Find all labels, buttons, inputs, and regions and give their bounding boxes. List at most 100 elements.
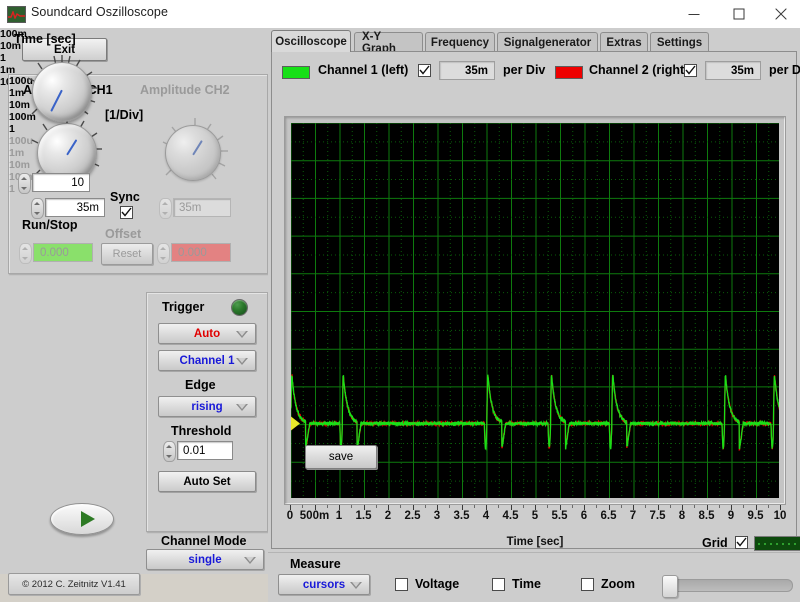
channel-1-label: Channel 1 (left): [318, 63, 409, 77]
title-bar: Soundcard Oszilloscope: [0, 0, 800, 29]
time-knob[interactable]: [32, 62, 92, 122]
time-title: Time [sec]: [14, 32, 76, 46]
auto-set-button[interactable]: Auto Set: [158, 471, 256, 492]
chevron-down-icon: [350, 582, 362, 589]
grid-checkbox[interactable]: [735, 536, 748, 549]
sync-checkbox[interactable]: [120, 206, 133, 219]
copyright-label: © 2012 C. Zeitnitz V1.41: [8, 573, 140, 595]
x-axis-label: 8.5: [698, 510, 715, 522]
check-icon: [685, 65, 696, 75]
plot-area[interactable]: save: [291, 123, 779, 498]
ch1-amplitude-spinner[interactable]: [31, 198, 44, 219]
x-axis-label: 3.5: [453, 510, 470, 522]
channel-2-enable-checkbox[interactable]: [684, 64, 697, 77]
offset-reset-button[interactable]: Reset: [101, 243, 153, 265]
ch1-amplitude-value[interactable]: 35m: [45, 198, 105, 217]
channel-1-per-div-value[interactable]: 35m: [439, 61, 495, 80]
close-icon: [775, 8, 786, 20]
x-axis-tick: [449, 505, 451, 508]
channel-mode-value: single: [188, 553, 222, 566]
trigger-edge-value: rising: [191, 400, 223, 413]
x-axis-tick: [351, 505, 353, 508]
measure-mode-value: cursors: [302, 578, 346, 591]
plot-svg: [291, 123, 779, 498]
ch2-amplitude-value: 35m: [173, 198, 231, 217]
tab-settings[interactable]: Settings: [650, 32, 709, 52]
x-axis-tick: [645, 505, 647, 508]
grid-color-swatch[interactable]: [754, 536, 800, 551]
zoom-slider-thumb[interactable]: [662, 575, 678, 598]
x-axis-label: 500m: [299, 510, 330, 522]
sync-label: Sync: [110, 190, 140, 204]
chevron-down-icon: [236, 331, 248, 338]
x-axis-tick: [375, 505, 377, 508]
channel-mode-dropdown[interactable]: single: [146, 549, 264, 570]
trigger-panel: Trigger Auto Channel 1 Edge rising Thres…: [146, 292, 268, 532]
x-axis-tick: [498, 505, 500, 508]
trigger-edge-dropdown[interactable]: rising: [158, 396, 256, 417]
measure-bar: Measure cursors Voltage Time Zoom: [268, 552, 800, 602]
x-axis-tick: [547, 505, 549, 508]
x-axis-label: 3: [433, 510, 441, 522]
tab-xy-graph[interactable]: X-Y Graph: [354, 31, 423, 55]
zoom-label: Zoom: [601, 577, 636, 591]
window-title: Soundcard Oszilloscope: [31, 5, 168, 19]
threshold-label: Threshold: [171, 424, 232, 438]
play-icon: [81, 511, 95, 527]
channel-2-per-div-label: per Div: [769, 63, 800, 77]
time-value[interactable]: 10: [32, 173, 90, 192]
x-axis-tick: [767, 505, 769, 508]
save-button[interactable]: save: [305, 445, 377, 469]
threshold-value[interactable]: 0.01: [177, 441, 233, 460]
grid-label: Grid: [702, 536, 728, 550]
tab-extras[interactable]: Extras: [600, 32, 648, 52]
maximize-button[interactable]: [716, 0, 761, 28]
trigger-mode-dropdown[interactable]: Auto: [158, 323, 256, 344]
zoom-checkbox[interactable]: [581, 578, 594, 591]
trigger-source-dropdown[interactable]: Channel 1: [158, 350, 256, 371]
voltage-label: Voltage: [415, 577, 460, 591]
x-axis-tick: [743, 505, 745, 508]
minimize-icon: [688, 14, 699, 15]
zoom-slider[interactable]: [662, 575, 793, 598]
x-axis-tick: [669, 505, 671, 508]
voltage-checkbox[interactable]: [395, 578, 408, 591]
chevron-down-icon: [236, 404, 248, 411]
x-axis-label: 6.5: [600, 510, 617, 522]
maximize-icon: [733, 8, 744, 20]
grid-pattern-icon: [758, 543, 796, 545]
x-axis: 0 500m 1 1.5 2 2.5 3 3.5 4 4.5 5 5.5 6 6.5 7 7.5 8 8.5 9 9.…: [284, 505, 786, 535]
x-axis-label: 2.5: [404, 510, 421, 522]
channel-2-per-div-value[interactable]: 35m: [705, 61, 761, 80]
trigger-source-value: Channel 1: [179, 354, 235, 367]
x-axis-label: 10: [773, 510, 787, 522]
tab-signalgenerator[interactable]: Signalgenerator: [497, 32, 598, 52]
oscilloscope-graph[interactable]: save: [284, 116, 786, 505]
x-axis-tick: [620, 505, 622, 508]
x-axis-tick: [571, 505, 573, 508]
x-axis-label: 7.5: [649, 510, 666, 522]
time-value-spinner[interactable]: [18, 173, 31, 194]
measure-mode-dropdown[interactable]: cursors: [278, 574, 370, 595]
time-measure-label: Time: [512, 577, 541, 591]
close-button[interactable]: [761, 0, 800, 28]
run-stop-button[interactable]: [50, 503, 114, 535]
minimize-button[interactable]: [671, 0, 716, 28]
chevron-down-icon: [244, 557, 256, 564]
x-axis-label: 0: [286, 510, 294, 522]
x-axis-tick: [694, 505, 696, 508]
waveform-glyph: [8, 11, 25, 19]
threshold-spinner[interactable]: [163, 441, 176, 462]
ch2-amplitude-spinner: [159, 198, 172, 219]
channel-1-enable-checkbox[interactable]: [418, 64, 431, 77]
tab-oscilloscope[interactable]: Oscilloscope: [271, 30, 351, 52]
channel-2-label: Channel 2 (right): [589, 63, 689, 77]
time-measure-checkbox[interactable]: [492, 578, 505, 591]
offset-ch1-spinner: [19, 243, 32, 264]
trigger-title: Trigger: [162, 300, 205, 314]
check-icon: [736, 537, 747, 547]
tab-frequency[interactable]: Frequency: [425, 32, 495, 52]
tab-strip: Oscilloscope X-Y Graph Frequency Signalg…: [271, 30, 797, 55]
x-axis-label: 5: [531, 510, 539, 522]
channel-1-per-div-label: per Div: [503, 63, 546, 77]
